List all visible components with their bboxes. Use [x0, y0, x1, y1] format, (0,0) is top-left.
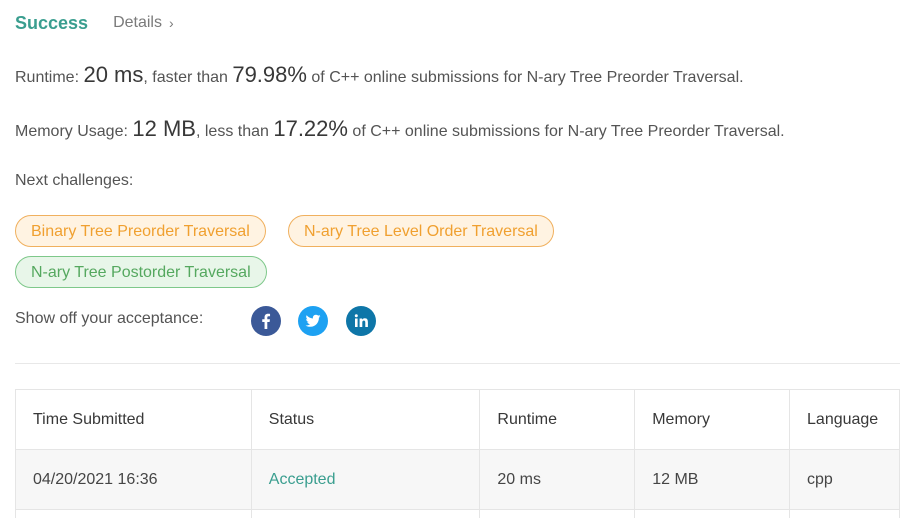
- cell-empty: [250, 509, 481, 518]
- runtime-value: 20 ms: [83, 62, 144, 87]
- section-divider: [15, 363, 900, 364]
- memory-middle: , less than: [195, 123, 274, 140]
- facebook-icon[interactable]: [251, 306, 281, 336]
- linkedin-icon[interactable]: [346, 306, 376, 336]
- challenge-pill-nary-level-order[interactable]: N-ary Tree Level Order Traversal: [288, 215, 554, 247]
- table-row-partial: [15, 509, 900, 518]
- details-label[interactable]: Details: [113, 14, 162, 32]
- cell-empty: [479, 509, 636, 518]
- cell-runtime: 20 ms: [479, 449, 636, 510]
- table-header-row: Time Submitted Status Runtime Memory Lan…: [15, 389, 900, 450]
- cell-language: cpp: [789, 449, 900, 510]
- runtime-stat: Runtime: 20 ms, faster than 79.98% of C+…: [15, 62, 744, 88]
- next-challenges-label: Next challenges:: [15, 172, 134, 189]
- column-header-runtime[interactable]: Runtime: [479, 389, 636, 450]
- challenge-pill-binary-tree-preorder[interactable]: Binary Tree Preorder Traversal: [15, 215, 266, 247]
- result-status: Success: [15, 12, 89, 33]
- cell-memory: 12 MB: [634, 449, 791, 510]
- runtime-middle: , faster than: [143, 69, 233, 86]
- twitter-icon[interactable]: [298, 306, 328, 336]
- memory-label: Memory Usage:: [15, 123, 133, 140]
- cell-empty: [15, 509, 252, 518]
- runtime-label: Runtime:: [15, 69, 84, 86]
- share-label: Show off your acceptance:: [15, 310, 204, 327]
- memory-value: 12 MB: [132, 116, 196, 141]
- cell-empty: [634, 509, 791, 518]
- chevron-right-icon[interactable]: ›: [169, 15, 174, 31]
- runtime-suffix: of C++ online submissions for N-ary Tree…: [306, 69, 744, 86]
- submissions-table: Time Submitted Status Runtime Memory Lan…: [15, 389, 900, 518]
- submission-result-page: Success Details › Runtime: 20 ms, faster…: [0, 0, 906, 518]
- details-link[interactable]: Details ›: [113, 14, 174, 32]
- column-header-status[interactable]: Status: [250, 389, 481, 450]
- cell-time-submitted: 04/20/2021 16:36: [15, 449, 252, 510]
- memory-stat: Memory Usage: 12 MB, less than 17.22% of…: [15, 116, 785, 142]
- memory-percent: 17.22%: [273, 116, 348, 141]
- column-header-language[interactable]: Language: [789, 389, 900, 450]
- memory-suffix: of C++ online submissions for N-ary Tree…: [347, 123, 785, 140]
- column-header-time-submitted[interactable]: Time Submitted: [15, 389, 252, 450]
- result-header: Success Details ›: [15, 10, 174, 36]
- cell-status: Accepted: [250, 449, 481, 510]
- column-header-memory[interactable]: Memory: [634, 389, 791, 450]
- table-row[interactable]: 04/20/2021 16:36 Accepted 20 ms 12 MB cp…: [15, 449, 900, 510]
- challenge-pill-nary-postorder[interactable]: N-ary Tree Postorder Traversal: [15, 256, 267, 288]
- cell-empty: [789, 509, 900, 518]
- status-accepted-link[interactable]: Accepted: [269, 471, 336, 488]
- runtime-percent: 79.98%: [232, 62, 307, 87]
